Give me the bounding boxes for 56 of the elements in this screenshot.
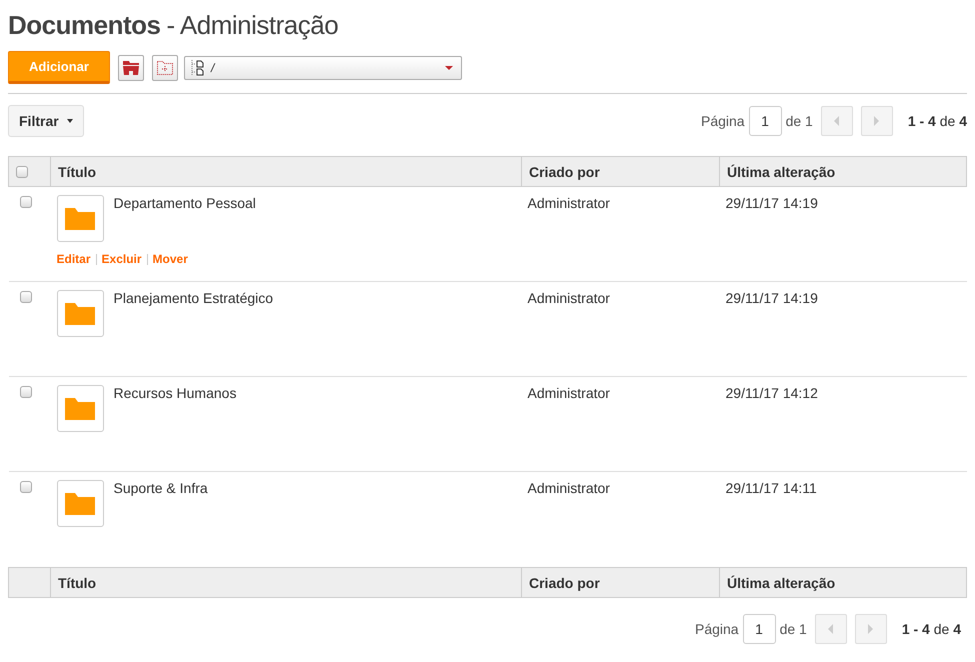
table-cell: Administrator bbox=[528, 290, 610, 306]
table-cell: 29/11/17 14:19 bbox=[726, 195, 818, 211]
folder-thumbnail[interactable] bbox=[56, 195, 104, 242]
row-checkbox[interactable] bbox=[20, 291, 32, 303]
table-cell: 29/11/17 14:19 bbox=[726, 290, 818, 306]
right-caret-icon bbox=[874, 116, 880, 126]
next-page-button[interactable] bbox=[860, 106, 893, 136]
page-total: de 1 bbox=[780, 621, 807, 637]
folder-icon bbox=[65, 492, 95, 514]
new-folder-button[interactable] bbox=[152, 54, 178, 80]
filter-button[interactable]: Filtrar bbox=[8, 105, 84, 137]
table-cell: 29/11/17 14:11 bbox=[726, 480, 817, 496]
home-folder-button[interactable] bbox=[118, 54, 144, 80]
folder-path-dropdown[interactable]: / bbox=[184, 56, 462, 80]
next-page-button[interactable] bbox=[854, 614, 887, 644]
page-title: Documentos bbox=[8, 10, 160, 41]
page-label: Página bbox=[700, 113, 745, 129]
left-caret-icon bbox=[834, 116, 840, 126]
left-caret-icon bbox=[828, 624, 834, 634]
page-input[interactable]: 1 bbox=[748, 106, 782, 136]
table-cell: Administrator bbox=[528, 385, 610, 401]
dropdown-caret-icon bbox=[445, 66, 453, 70]
folder-name[interactable]: Recursos Humanos bbox=[114, 385, 236, 432]
row-checkbox[interactable] bbox=[20, 196, 32, 208]
page-input[interactable]: 1 bbox=[742, 614, 776, 644]
document-tree-icon bbox=[191, 60, 205, 76]
column-header[interactable]: Título bbox=[58, 164, 96, 180]
results-summary: 1 - 4 de 4 bbox=[902, 621, 961, 637]
table-cell: Administrator bbox=[528, 195, 610, 211]
page-total: de 1 bbox=[786, 113, 813, 129]
folder-thumbnail[interactable] bbox=[56, 480, 104, 527]
column-header[interactable]: Criado por bbox=[529, 164, 600, 180]
table-cell: Administrator bbox=[528, 480, 610, 496]
select-all-checkbox[interactable] bbox=[16, 166, 28, 178]
folder-name[interactable]: Suporte & Infra bbox=[114, 480, 208, 527]
previous-page-button[interactable] bbox=[814, 614, 847, 644]
row-checkbox[interactable] bbox=[20, 481, 32, 493]
home-folder-icon bbox=[123, 60, 139, 74]
column-header[interactable]: Título bbox=[58, 574, 96, 590]
row-checkbox[interactable] bbox=[20, 386, 32, 398]
folder-name[interactable]: Planejamento Estratégico bbox=[114, 290, 274, 337]
column-header[interactable]: Criado por bbox=[529, 574, 600, 590]
folder-icon bbox=[65, 208, 95, 230]
folder-thumbnail[interactable] bbox=[56, 290, 104, 337]
folder-name[interactable]: Departamento Pessoal bbox=[114, 195, 256, 242]
new-folder-icon bbox=[157, 60, 173, 74]
folder-icon bbox=[65, 302, 95, 324]
right-caret-icon bbox=[868, 624, 874, 634]
caret-icon bbox=[66, 119, 73, 123]
results-summary: 1 - 4 de 4 bbox=[908, 113, 967, 129]
folder-thumbnail[interactable] bbox=[56, 385, 104, 432]
previous-page-button[interactable] bbox=[820, 106, 853, 136]
table-cell: 29/11/17 14:12 bbox=[726, 385, 818, 401]
folder-icon bbox=[65, 398, 95, 420]
page-subtitle: - Administração bbox=[166, 10, 338, 41]
page-label: Página bbox=[694, 621, 739, 637]
